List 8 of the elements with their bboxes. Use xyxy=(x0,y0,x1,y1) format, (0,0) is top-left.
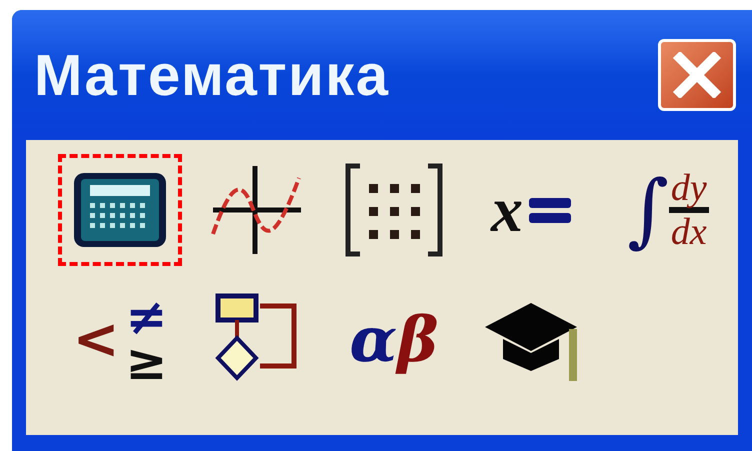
close-icon xyxy=(672,52,722,98)
calculator-toolbar-button[interactable] xyxy=(58,154,182,266)
evaluation-toolbar-button[interactable]: x xyxy=(469,154,593,266)
window-title: Математика xyxy=(34,42,390,110)
greek-toolbar-button[interactable]: αβ xyxy=(332,284,456,396)
matrix-icon xyxy=(344,162,444,258)
calculator-icon xyxy=(72,171,168,249)
close-button[interactable] xyxy=(658,39,736,111)
